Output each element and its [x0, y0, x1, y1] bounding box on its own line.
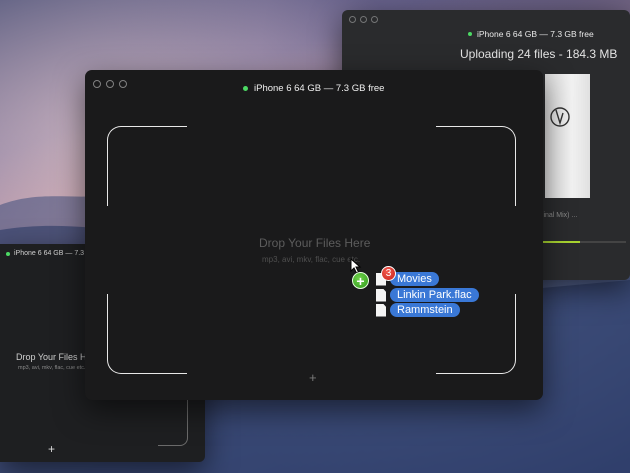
track-name: iginal Mix) ...: [538, 212, 578, 219]
main-window: iPhone 6 64 GB — 7.3 GB free Drop Your F…: [85, 70, 543, 400]
album-logo-icon: [550, 107, 570, 127]
drop-zone-corner-bottom-left: [107, 294, 187, 374]
traffic-light-icons: [349, 16, 378, 23]
drop-zone-subtitle: mp3, avi, mkv, flac, cue etc.: [18, 365, 86, 371]
status-dot-icon: [6, 251, 10, 256]
dragged-file-name: Rammstein: [390, 303, 460, 317]
drop-zone-corner-top-left: [107, 126, 187, 206]
zoom-icon[interactable]: [119, 80, 127, 88]
dragged-file[interactable]: Rammstein: [376, 303, 460, 317]
drop-zone-corner-top-right: [436, 126, 516, 206]
device-label: iPhone 6 64 GB — 7.3 GB free: [243, 83, 384, 94]
dragged-file-name: Linkin Park.flac: [390, 288, 479, 302]
minimize-icon[interactable]: [106, 80, 114, 88]
upload-progress-bar: [542, 241, 626, 243]
dragged-file-name: Movies: [390, 272, 439, 286]
document-icon: [376, 303, 386, 317]
drag-count-badge: 3: [381, 266, 396, 281]
minimize-icon[interactable]: [360, 16, 367, 23]
device-label: iPhone 6 64 GB — 7.3 GB free: [468, 29, 594, 39]
add-files-button[interactable]: +: [48, 442, 55, 456]
status-dot-icon: [243, 86, 248, 91]
close-icon[interactable]: [349, 16, 356, 23]
dragged-file[interactable]: Linkin Park.flac: [376, 288, 479, 302]
status-dot-icon: [468, 32, 472, 36]
upload-progress-fill: [542, 241, 580, 243]
drop-zone-title: Drop Your Files Here: [259, 236, 371, 250]
device-label-text: iPhone 6 64 GB — 7.3 GB free: [254, 83, 385, 94]
add-badge-icon: +: [352, 272, 369, 289]
traffic-light-icons: [93, 80, 127, 88]
zoom-icon[interactable]: [371, 16, 378, 23]
album-art: [545, 74, 590, 198]
upload-status: Uploading 24 files - 184.3 MB: [460, 47, 618, 61]
close-icon[interactable]: [93, 80, 101, 88]
add-files-button[interactable]: +: [309, 370, 317, 385]
drop-zone-subtitle: mp3, avi, mkv, flac, cue etc.: [262, 255, 361, 264]
document-icon: [376, 288, 386, 302]
device-label-text: iPhone 6 64 GB — 7.3 GB free: [477, 29, 594, 39]
